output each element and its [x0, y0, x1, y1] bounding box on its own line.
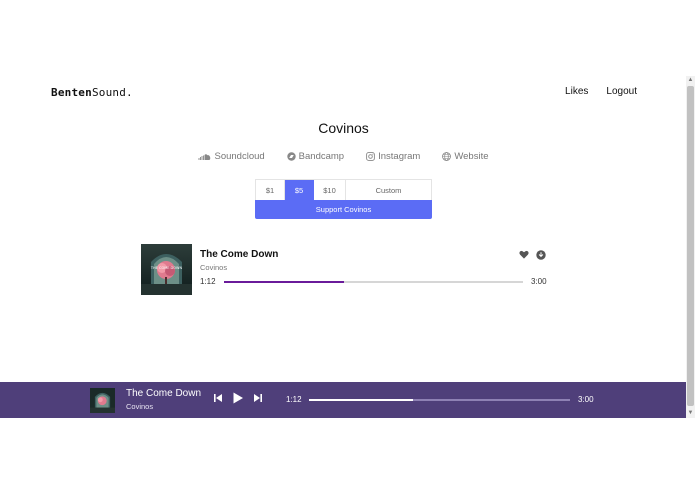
player-progress-bar[interactable]	[309, 399, 570, 401]
amount-10-option[interactable]: $10	[314, 180, 346, 200]
top-nav: Likes Logout	[565, 86, 637, 97]
player-current-time: 1:12	[286, 395, 302, 404]
track-total-time: 3:00	[531, 277, 547, 286]
scrollbar-thumb[interactable]	[687, 86, 694, 406]
site-logo[interactable]: BentenSound.	[51, 86, 133, 99]
website-label: Website	[454, 151, 489, 162]
logout-link[interactable]: Logout	[606, 86, 637, 97]
track-current-time: 1:12	[200, 277, 216, 286]
next-icon[interactable]	[253, 393, 263, 403]
artist-name-heading: Covinos	[318, 120, 369, 136]
globe-icon	[442, 152, 452, 161]
website-link[interactable]: Website	[442, 151, 489, 162]
artist-links: Soundcloud Bandcamp Instagram Website	[0, 151, 687, 162]
cover-art-image: THE COME DOWN	[141, 244, 192, 295]
custom-amount-option[interactable]: Custom	[346, 180, 431, 200]
bandcamp-icon	[286, 152, 296, 161]
player-track-artist: Covinos	[126, 402, 154, 411]
support-widget: $1 $5 $10 Custom Support Covinos	[255, 179, 432, 219]
soundcloud-link[interactable]: Soundcloud	[198, 151, 265, 162]
bottom-player: The Come Down Covinos 1:12 3:00	[0, 382, 687, 418]
play-icon[interactable]	[232, 392, 244, 404]
player-cover-art[interactable]	[90, 388, 115, 413]
likes-link[interactable]: Likes	[565, 86, 588, 97]
track-card: THE COME DOWN The Come Down Covinos 1:12…	[141, 244, 553, 296]
bandcamp-link[interactable]: Bandcamp	[286, 151, 345, 162]
amount-selector: $1 $5 $10 Custom	[255, 179, 432, 200]
soundcloud-icon	[199, 153, 211, 160]
instagram-icon	[366, 152, 375, 161]
track-cover-art[interactable]: THE COME DOWN	[141, 244, 192, 295]
player-controls	[213, 392, 263, 404]
track-title: The Come Down	[200, 249, 279, 260]
track-progress-fill	[224, 281, 344, 283]
player-track-title: The Come Down	[126, 388, 202, 399]
scroll-up-arrow-icon[interactable]: ▲	[686, 76, 695, 85]
previous-icon[interactable]	[213, 393, 223, 403]
scroll-down-arrow-icon[interactable]: ▼	[686, 409, 695, 418]
instagram-link[interactable]: Instagram	[366, 151, 420, 162]
logo-rest: Sound.	[91, 86, 133, 99]
player-progress-fill	[309, 399, 414, 401]
player-cover-image	[90, 388, 115, 413]
page-viewport: BentenSound. Likes Logout Covinos Soundc…	[0, 76, 695, 418]
heart-icon[interactable]	[519, 250, 529, 259]
page-scrollbar[interactable]: ▲ ▼	[686, 76, 695, 418]
instagram-label: Instagram	[378, 151, 421, 162]
support-artist-button[interactable]: Support Covinos	[255, 200, 432, 219]
soundcloud-label: Soundcloud	[214, 151, 265, 162]
track-actions	[519, 250, 546, 260]
bandcamp-label: Bandcamp	[298, 151, 345, 162]
svg-text:THE COME DOWN: THE COME DOWN	[150, 266, 183, 270]
amount-1-option[interactable]: $1	[256, 180, 285, 200]
amount-5-option[interactable]: $5	[285, 180, 314, 200]
track-artist[interactable]: Covinos	[200, 263, 227, 272]
track-progress-bar[interactable]	[224, 281, 523, 283]
player-total-time: 3:00	[578, 395, 594, 404]
download-icon[interactable]	[536, 250, 546, 260]
logo-bold: Benten	[51, 86, 92, 99]
